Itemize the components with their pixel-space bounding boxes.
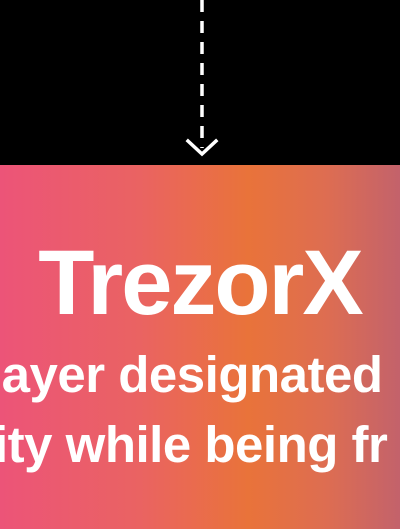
brand-title: TrezorX xyxy=(38,232,363,334)
hero-gradient-section: TrezorX layer designated ity while being… xyxy=(0,165,400,529)
tagline-line-2: ity while being fr xyxy=(0,416,388,473)
page: TrezorX layer designated ity while being… xyxy=(0,0,400,529)
top-black-band xyxy=(0,0,400,165)
tagline-line-1: layer designated xyxy=(0,346,383,403)
dashed-down-arrow-icon xyxy=(185,0,219,157)
